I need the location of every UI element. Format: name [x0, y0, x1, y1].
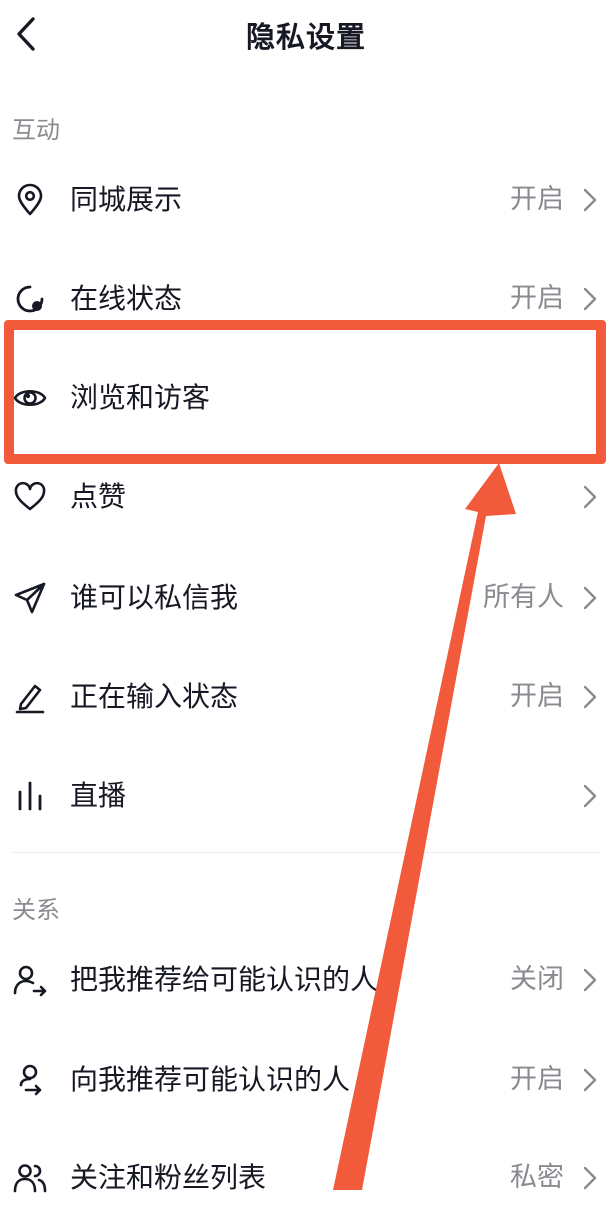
- row-value: 所有人: [483, 582, 564, 613]
- chevron-right-icon: [583, 586, 597, 610]
- user-recommend-icon: [19, 1064, 42, 1096]
- row-label: 谁可以私信我: [70, 581, 239, 614]
- row-value: 关闭: [510, 964, 564, 995]
- row-value: 开启: [510, 184, 564, 215]
- row-label: 在线状态: [70, 282, 183, 315]
- row-browse-visitors[interactable]: 浏览和访客: [0, 348, 612, 448]
- chevron-right-icon: [583, 1068, 597, 1092]
- row-recommend-me[interactable]: 把我推荐给可能认识的人 关闭: [0, 930, 612, 1030]
- eye-icon: [13, 389, 47, 407]
- chevron-right-icon: [583, 784, 597, 808]
- online-status-icon: [16, 285, 44, 313]
- row-label: 点赞: [70, 480, 127, 513]
- row-value: 私密: [510, 1162, 564, 1193]
- row-likes[interactable]: 点赞: [0, 447, 612, 547]
- chevron-right-icon: [583, 685, 597, 709]
- live-bars-icon: [18, 781, 42, 811]
- section-title-interaction: 互动: [12, 116, 60, 144]
- row-label: 把我推荐给可能认识的人: [70, 963, 379, 996]
- page-title: 隐私设置: [245, 20, 366, 54]
- user-share-icon: [13, 965, 47, 997]
- section-title-relationships: 关系: [12, 896, 60, 924]
- row-label: 向我推荐可能认识的人: [70, 1063, 351, 1096]
- chevron-right-icon: [583, 188, 597, 212]
- row-label: 正在输入状态: [70, 680, 239, 713]
- row-label: 关注和粉丝列表: [70, 1161, 267, 1194]
- row-live[interactable]: 直播: [0, 746, 612, 846]
- paper-plane-icon: [14, 582, 46, 614]
- section-divider: [12, 852, 600, 853]
- pencil-icon: [15, 684, 45, 714]
- heart-icon: [14, 481, 46, 511]
- row-label: 同城展示: [70, 183, 183, 216]
- row-label: 直播: [70, 779, 127, 812]
- chevron-right-icon: [583, 1166, 597, 1190]
- row-recommend-to-me[interactable]: 向我推荐可能认识的人 开启: [0, 1030, 612, 1130]
- row-nearby-display[interactable]: 同城展示 开启: [0, 150, 612, 250]
- chevron-right-icon: [583, 968, 597, 992]
- row-online-status[interactable]: 在线状态 开启: [0, 249, 612, 349]
- row-value: 开启: [510, 283, 564, 314]
- row-typing-status[interactable]: 正在输入状态 开启: [0, 647, 612, 747]
- chevron-right-icon: [583, 485, 597, 509]
- chevron-right-icon: [583, 287, 597, 311]
- header: 隐私设置: [0, 0, 612, 70]
- row-who-can-message[interactable]: 谁可以私信我 所有人: [0, 548, 612, 648]
- location-pin-icon: [17, 183, 43, 216]
- row-value: 开启: [510, 1064, 564, 1095]
- row-follow-fans-list[interactable]: 关注和粉丝列表 私密: [0, 1128, 612, 1228]
- row-value: 开启: [510, 681, 564, 712]
- row-label: 浏览和访客: [70, 381, 211, 414]
